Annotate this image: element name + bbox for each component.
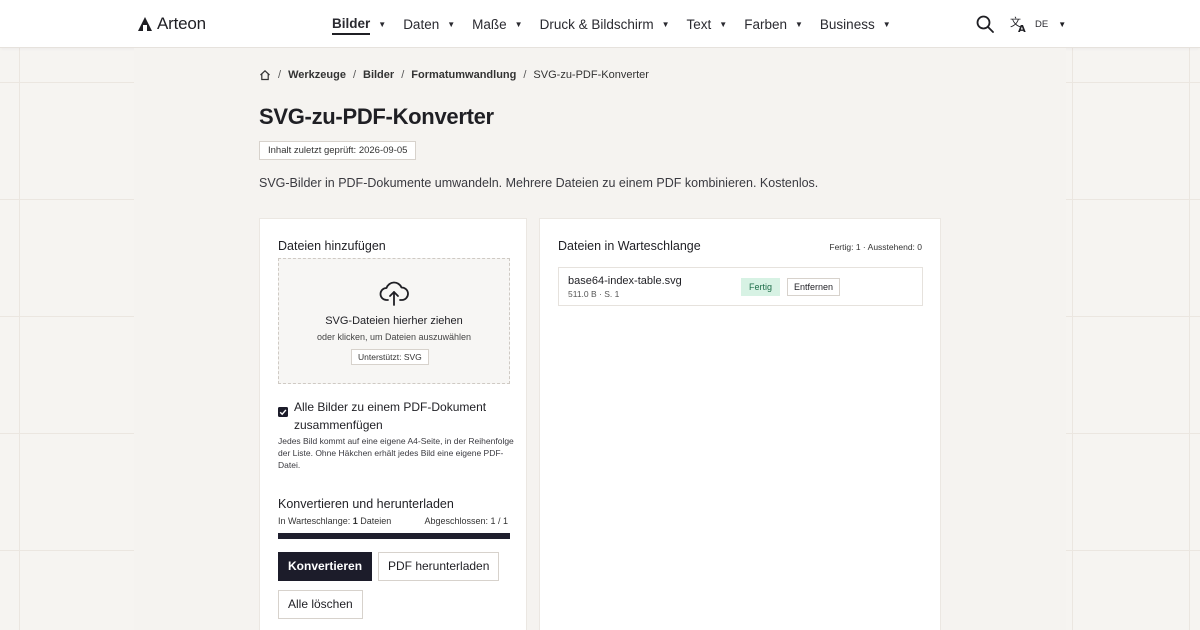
queue-count-suffix: Dateien — [357, 516, 392, 526]
page-subtitle: SVG-Bilder in PDF-Dokumente umwandeln. M… — [259, 176, 819, 190]
language-code: DE — [1035, 18, 1049, 30]
file-name: base64-index-table.svg — [568, 275, 682, 287]
top-navigation-bar: Arteon Bilder ▼ Daten ▼ Maße ▼ Druck & B… — [0, 0, 1200, 48]
cloud-upload-icon — [379, 281, 409, 306]
merge-checkbox-label[interactable]: Alle Bilder zu einem PDF-Dokument zusamm… — [294, 398, 514, 434]
nav-item-label: Maße — [472, 16, 507, 32]
progress-bar-fill — [278, 533, 510, 539]
download-pdf-button[interactable]: PDF herunterladen — [378, 552, 500, 581]
dropzone-subtitle: oder klicken, um Dateien auszuwählen — [316, 332, 472, 342]
chevron-down-icon: ▼ — [795, 19, 803, 29]
breadcrumb-separator: / — [352, 69, 356, 81]
progress-bar — [278, 533, 510, 539]
search-icon[interactable] — [976, 15, 994, 33]
chevron-down-icon: ▼ — [719, 19, 728, 29]
breadcrumb: / Werkzeuge / Bilder / Formatumwandlung … — [259, 69, 649, 81]
upload-card: Dateien hinzufügen SVG-Dateien hierher z… — [259, 218, 527, 630]
chevron-down-icon: ▼ — [882, 19, 891, 29]
nav-item-masse[interactable]: Maße ▼ — [472, 15, 522, 34]
nav-item-label: Business — [819, 16, 875, 32]
file-dropzone[interactable]: SVG-Dateien hierher ziehen oder klicken,… — [278, 258, 510, 384]
nav-item-farben[interactable]: Farben ▼ — [744, 15, 803, 34]
supported-formats-badge: Unterstützt: SVG — [351, 349, 429, 365]
nav-item-label: Druck & Bildschirm — [539, 16, 654, 32]
breadcrumb-separator: / — [278, 69, 282, 81]
breadcrumb-werkzeuge[interactable]: Werkzeuge — [288, 69, 346, 81]
logo-text: Arteon — [157, 14, 206, 33]
chevron-down-icon: ▼ — [661, 19, 670, 29]
nav-item-bilder[interactable]: Bilder ▼ — [332, 14, 386, 35]
checkbox-checked-icon — [278, 407, 288, 417]
logo[interactable]: Arteon — [137, 14, 206, 34]
convert-section-title: Konvertieren und herunterladen — [278, 497, 454, 511]
queue-count-prefix: In Warteschlange: — [278, 516, 353, 526]
breadcrumb-bilder[interactable]: Bilder — [363, 69, 394, 81]
upload-title: Dateien hinzufügen — [278, 239, 386, 253]
svg-text:A: A — [1018, 24, 1026, 33]
chevron-down-icon: ▼ — [447, 19, 456, 29]
language-selector[interactable]: 文 A DE ▼ — [1010, 15, 1066, 33]
merge-help-text: Jedes Bild kommt auf eine eigene A4-Seit… — [278, 436, 514, 470]
nav-item-label: Farben — [744, 16, 787, 32]
chevron-down-icon: ▼ — [1058, 19, 1067, 29]
queue-card: Dateien in Warteschlange Fertig: 1 · Aus… — [539, 218, 941, 630]
breadcrumb-separator: / — [523, 69, 527, 81]
queue-count-text: In Warteschlange: 1 Dateien — [278, 516, 391, 526]
remove-file-button[interactable]: Entfernen — [787, 278, 841, 296]
nav-item-daten[interactable]: Daten ▼ — [403, 15, 455, 34]
main-nav: Bilder ▼ Daten ▼ Maße ▼ Druck & Bildschi… — [332, 0, 908, 48]
queue-stats: Fertig: 1 · Ausstehend: 0 — [829, 242, 922, 252]
nav-item-druck-bildschirm[interactable]: Druck & Bildschirm ▼ — [540, 15, 670, 34]
completed-count-text: Abgeschlossen: 1 / 1 — [424, 516, 508, 526]
page-title: SVG-zu-PDF-Konverter — [259, 104, 494, 129]
breadcrumb-separator: / — [401, 69, 405, 81]
clear-all-button[interactable]: Alle löschen — [278, 590, 363, 619]
convert-button[interactable]: Konvertieren — [278, 552, 373, 581]
chevron-down-icon: ▼ — [514, 19, 523, 29]
dropzone-title: SVG-Dateien hierher ziehen — [325, 315, 463, 327]
breadcrumb-formatumwandlung[interactable]: Formatumwandlung — [411, 69, 516, 81]
nav-item-label: Daten — [403, 16, 440, 32]
queue-title: Dateien in Warteschlange — [558, 239, 701, 253]
merge-checkbox[interactable] — [278, 407, 288, 417]
home-icon[interactable] — [259, 69, 271, 81]
breadcrumb-current: SVG-zu-PDF-Konverter — [533, 69, 649, 81]
nav-item-text[interactable]: Text ▼ — [687, 15, 728, 34]
nav-item-business[interactable]: Business ▼ — [820, 15, 891, 34]
nav-item-label: Text — [686, 16, 712, 32]
nav-item-label: Bilder — [332, 14, 371, 35]
chevron-down-icon: ▼ — [378, 19, 387, 29]
logo-icon — [138, 17, 152, 31]
translate-icon: 文 A — [1010, 15, 1026, 33]
file-meta: 511.0 B · S. 1 — [568, 289, 620, 299]
queue-file-row: base64-index-table.svg 511.0 B · S. 1 Fe… — [558, 267, 923, 306]
status-badge: Fertig — [741, 278, 781, 296]
reviewed-badge: Inhalt zuletzt geprüft: 2026-09-05 — [259, 141, 417, 160]
